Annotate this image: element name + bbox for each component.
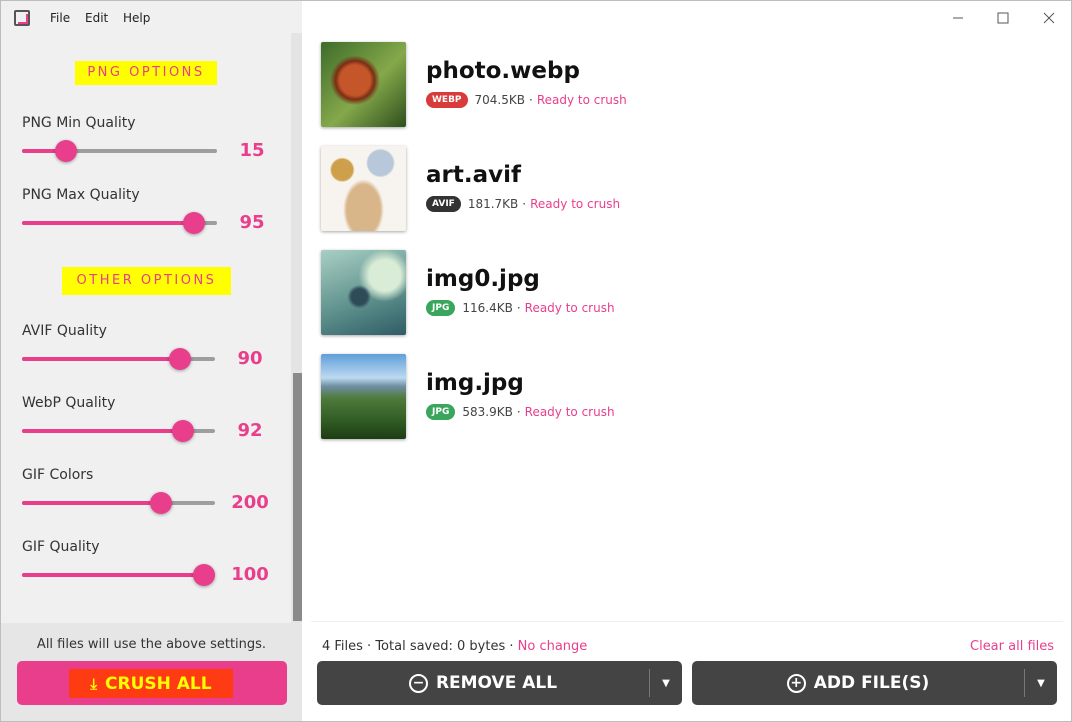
summary-change: No change <box>517 639 588 654</box>
files-summary: 4 Files · Total saved: 0 bytes · No chan… <box>322 639 587 654</box>
file-name: img0.jpg <box>426 266 540 292</box>
meta-separator: · <box>516 301 521 315</box>
file-meta: JPG 116.4KB · Ready to crush <box>426 300 615 316</box>
file-meta: AVIF 181.7KB · Ready to crush <box>426 196 620 212</box>
other-options-heading: OTHER OPTIONS <box>62 267 231 295</box>
footer-divider <box>311 621 1063 622</box>
avif-quality-label: AVIF Quality <box>22 323 107 339</box>
remove-all-button[interactable]: − REMOVE ALL ▼ <box>317 661 682 705</box>
file-thumbnail <box>321 42 406 127</box>
avif-quality-value: 90 <box>237 348 263 369</box>
file-thumbnail <box>321 250 406 335</box>
png-min-value: 15 <box>239 140 265 161</box>
png-max-value: 95 <box>239 212 265 233</box>
file-thumbnail <box>321 146 406 231</box>
menu-help[interactable]: Help <box>123 11 150 25</box>
file-meta: JPG 583.9KB · Ready to crush <box>426 404 615 420</box>
crush-all-label: CRUSH ALL <box>105 673 212 694</box>
file-item[interactable]: img.jpg JPG 583.9KB · Ready to crush <box>321 354 1021 440</box>
menu-file[interactable]: File <box>50 11 70 25</box>
slider-thumb[interactable] <box>193 564 215 586</box>
remove-all-label: REMOVE ALL <box>435 673 558 693</box>
png-options-heading: PNG OPTIONS <box>75 61 217 85</box>
gif-quality-slider[interactable] <box>22 564 215 586</box>
webp-quality-value: 92 <box>237 420 263 441</box>
gif-quality-label: GIF Quality <box>22 539 100 555</box>
file-size: 704.5KB <box>474 93 525 107</box>
menu-edit[interactable]: Edit <box>85 11 108 25</box>
meta-separator: · <box>516 405 521 419</box>
chevron-down-icon[interactable]: ▼ <box>650 661 682 705</box>
app-logo-icon <box>14 10 30 26</box>
maximize-icon[interactable] <box>993 9 1013 27</box>
slider-thumb[interactable] <box>172 420 194 442</box>
gif-colors-slider[interactable] <box>22 492 215 514</box>
summary-count: 4 Files · Total saved: 0 bytes · <box>322 639 514 654</box>
file-status: Ready to crush <box>530 197 621 211</box>
file-item[interactable]: img0.jpg JPG 116.4KB · Ready to crush <box>321 250 1021 336</box>
slider-fill <box>22 501 161 505</box>
avif-quality-slider[interactable] <box>22 348 215 370</box>
file-size: 116.4KB <box>462 301 513 315</box>
slider-fill <box>22 221 194 225</box>
webp-quality-label: WebP Quality <box>22 395 116 411</box>
settings-sidebar: File Edit Help PNG OPTIONS PNG Min Quali… <box>1 1 302 721</box>
png-max-label: PNG Max Quality <box>22 187 140 203</box>
webp-quality-slider[interactable] <box>22 420 215 442</box>
gif-colors-value: 200 <box>231 492 269 513</box>
file-item[interactable]: art.avif AVIF 181.7KB · Ready to crush <box>321 146 1021 232</box>
remove-all-main[interactable]: − REMOVE ALL <box>317 661 649 705</box>
close-icon[interactable] <box>1039 9 1059 27</box>
slider-fill <box>22 357 180 361</box>
slider-fill <box>22 573 204 577</box>
crush-all-button-face[interactable]: ⤓ CRUSH ALL <box>69 669 233 698</box>
format-badge: WEBP <box>426 92 468 108</box>
sidebar-footer: All files will use the above settings. ⤓… <box>1 623 302 721</box>
add-files-main[interactable]: + ADD FILE(S) <box>692 661 1024 705</box>
slider-thumb[interactable] <box>183 212 205 234</box>
crush-all-button[interactable]: ⤓ CRUSH ALL <box>17 661 287 705</box>
file-status: Ready to crush <box>536 93 627 107</box>
menubar: File Edit Help <box>1 1 302 35</box>
png-min-slider[interactable] <box>22 140 217 162</box>
file-name: img.jpg <box>426 370 524 396</box>
format-badge: AVIF <box>426 196 461 212</box>
file-status: Ready to crush <box>524 301 615 315</box>
meta-separator: · <box>522 197 527 211</box>
file-meta: WEBP 704.5KB · Ready to crush <box>426 92 627 108</box>
settings-note: All files will use the above settings. <box>36 637 267 652</box>
slider-thumb[interactable] <box>169 348 191 370</box>
minimize-icon[interactable] <box>948 9 968 27</box>
format-badge: JPG <box>426 300 456 316</box>
add-files-label: ADD FILE(S) <box>813 673 930 693</box>
file-thumbnail <box>321 354 406 439</box>
download-icon: ⤓ <box>90 674 98 693</box>
add-files-button[interactable]: + ADD FILE(S) ▼ <box>692 661 1057 705</box>
format-badge: JPG <box>426 404 456 420</box>
file-size: 181.7KB <box>467 197 519 211</box>
clear-all-files-link[interactable]: Clear all files <box>970 639 1054 654</box>
file-name: photo.webp <box>426 58 580 84</box>
file-status: Ready to crush <box>524 405 615 419</box>
chevron-down-icon[interactable]: ▼ <box>1025 661 1057 705</box>
slider-fill <box>22 429 183 433</box>
app-window: File Edit Help PNG OPTIONS PNG Min Quali… <box>0 0 1072 722</box>
file-item[interactable]: photo.webp WEBP 704.5KB · Ready to crush <box>321 42 1021 128</box>
slider-thumb[interactable] <box>55 140 77 162</box>
gif-colors-label: GIF Colors <box>22 467 94 483</box>
slider-thumb[interactable] <box>150 492 172 514</box>
plus-circle-icon: + <box>786 673 806 693</box>
png-max-slider[interactable] <box>22 212 217 234</box>
file-size: 583.9KB <box>462 405 513 419</box>
gif-quality-value: 100 <box>231 564 269 585</box>
minus-circle-icon: − <box>408 673 428 693</box>
file-name: art.avif <box>426 162 521 188</box>
meta-separator: · <box>529 93 533 107</box>
png-min-label: PNG Min Quality <box>22 115 136 131</box>
sidebar-scrollbar-thumb[interactable] <box>293 373 302 621</box>
